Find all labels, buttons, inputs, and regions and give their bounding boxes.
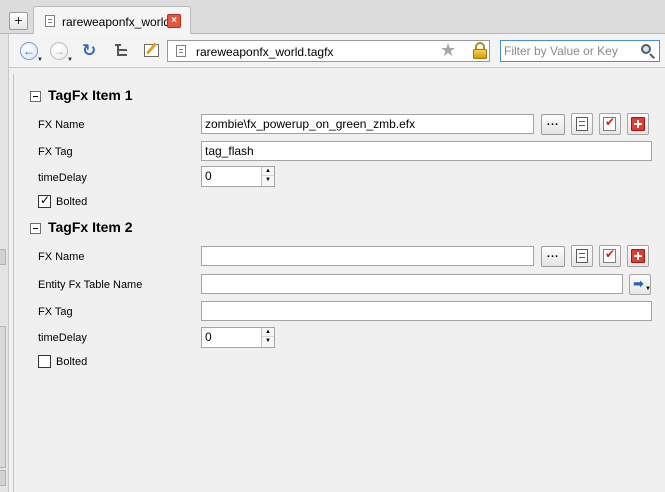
fx-tag-label: FX Tag bbox=[38, 146, 73, 158]
checklist-icon bbox=[603, 247, 616, 263]
dropdown-arrow-icon: ▼ bbox=[67, 57, 73, 63]
fx-name-label: FX Name bbox=[38, 251, 85, 263]
back-button[interactable]: ← ▼ bbox=[18, 40, 43, 63]
add-button[interactable] bbox=[627, 245, 649, 267]
goto-table-button[interactable]: ➡ ▼ bbox=[629, 274, 651, 295]
checklist-icon bbox=[603, 115, 616, 131]
fx-tag-field[interactable] bbox=[201, 301, 652, 321]
validate-button[interactable] bbox=[599, 245, 621, 267]
search-icon[interactable] bbox=[641, 44, 655, 59]
refresh-button[interactable]: ↻ bbox=[79, 40, 101, 62]
fx-name-label: FX Name bbox=[38, 119, 85, 131]
fx-name-field[interactable]: zombie\fx_powerup_on_green_zmb.efx bbox=[201, 114, 534, 134]
close-tab-icon[interactable]: × bbox=[167, 14, 181, 28]
document-icon bbox=[176, 45, 186, 57]
tree-view-button[interactable] bbox=[111, 40, 133, 62]
address-text: rareweaponfx_world.tagfx bbox=[196, 45, 334, 59]
filter-input[interactable] bbox=[504, 43, 636, 59]
fx-name-field[interactable] bbox=[201, 246, 534, 266]
bolted-label: Bolted bbox=[56, 356, 88, 368]
spin-down-icon[interactable]: ▼ bbox=[262, 176, 274, 185]
bolted-label: Bolted bbox=[56, 196, 88, 208]
toolbar-divider bbox=[9, 67, 665, 68]
spin-up-icon[interactable]: ▲ bbox=[262, 328, 274, 337]
lock-icon[interactable] bbox=[473, 42, 487, 59]
bolted-checkbox[interactable] bbox=[38, 193, 51, 208]
entity-fx-table-label: Entity Fx Table Name bbox=[38, 279, 143, 291]
document-icon bbox=[45, 15, 55, 27]
properties-button[interactable] bbox=[571, 245, 593, 267]
time-delay-spinner[interactable]: 0 ▲ ▼ bbox=[201, 327, 275, 348]
refresh-icon: ↻ bbox=[82, 41, 97, 60]
side-panel-scrollbar[interactable] bbox=[0, 326, 6, 468]
address-bar[interactable]: rareweaponfx_world.tagfx ★ bbox=[167, 40, 490, 62]
fx-tag-field[interactable]: tag_flash bbox=[201, 141, 652, 161]
tab-label: rareweaponfx_world bbox=[62, 15, 171, 29]
section-title: TagFx Item 2 bbox=[48, 219, 133, 235]
dropdown-arrow-icon: ▼ bbox=[645, 286, 651, 292]
tree-view-icon bbox=[115, 43, 129, 59]
add-icon bbox=[631, 117, 645, 131]
bolted-checkbox[interactable] bbox=[38, 355, 51, 368]
fx-tag-label: FX Tag bbox=[38, 306, 73, 318]
forward-icon: → bbox=[50, 42, 68, 60]
time-delay-label: timeDelay bbox=[38, 332, 87, 344]
new-tab-button[interactable]: + bbox=[9, 12, 28, 30]
back-icon: ← bbox=[20, 42, 38, 60]
properties-icon bbox=[576, 117, 588, 131]
entity-fx-table-field[interactable] bbox=[201, 274, 623, 294]
edit-button[interactable] bbox=[141, 40, 163, 62]
validate-button[interactable] bbox=[599, 113, 621, 135]
browse-button[interactable]: ... bbox=[541, 114, 565, 135]
collapse-icon[interactable] bbox=[30, 91, 41, 102]
star-icon[interactable]: ★ bbox=[440, 40, 456, 61]
spin-up-icon[interactable]: ▲ bbox=[262, 167, 274, 176]
time-delay-spinner[interactable]: 0 ▲ ▼ bbox=[201, 166, 275, 187]
add-button[interactable] bbox=[627, 113, 649, 135]
browse-button[interactable]: ... bbox=[541, 246, 565, 267]
document-tab[interactable]: rareweaponfx_world × bbox=[33, 6, 191, 34]
side-panel-tab[interactable] bbox=[0, 249, 6, 265]
time-delay-value: 0 bbox=[205, 330, 212, 344]
collapse-icon[interactable] bbox=[30, 223, 41, 234]
filter-box[interactable] bbox=[500, 40, 660, 62]
go-arrow-icon: ➡ bbox=[633, 276, 644, 291]
forward-button[interactable]: → ▼ bbox=[48, 40, 73, 63]
properties-icon bbox=[576, 249, 588, 263]
add-icon bbox=[631, 249, 645, 263]
dropdown-arrow-icon: ▼ bbox=[37, 57, 43, 63]
side-panel-tab[interactable] bbox=[0, 470, 6, 486]
time-delay-label: timeDelay bbox=[38, 172, 87, 184]
section-title: TagFx Item 1 bbox=[48, 87, 133, 103]
time-delay-value: 0 bbox=[205, 169, 212, 183]
spin-down-icon[interactable]: ▼ bbox=[262, 337, 274, 346]
edit-icon bbox=[144, 44, 159, 57]
properties-button[interactable] bbox=[571, 113, 593, 135]
